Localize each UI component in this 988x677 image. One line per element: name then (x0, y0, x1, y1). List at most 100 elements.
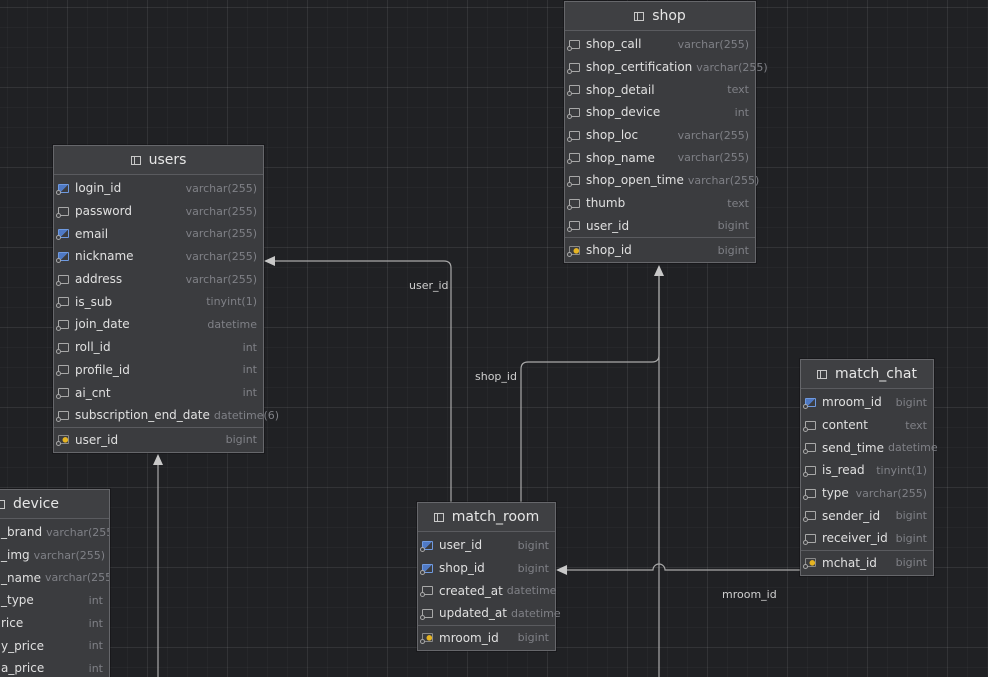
column-row[interactable]: email varchar(255) (54, 222, 263, 245)
table-title: match_room (451, 509, 540, 525)
table-users[interactable]: users login_id varchar(255) password varch… (53, 145, 279, 453)
column-name: mchat_id (822, 555, 877, 570)
column-row[interactable]: user_id bigint (565, 215, 755, 238)
column-type: bigint (225, 433, 257, 447)
column-row[interactable]: profile_id int (54, 359, 263, 382)
column-row[interactable]: shop_id bigint (418, 557, 555, 580)
column-icon (420, 586, 433, 598)
arrow-shop (654, 265, 664, 276)
foreign-key-icon (420, 563, 433, 575)
column-name: profile_id (75, 362, 130, 377)
column-row[interactable]: shop_name varchar(255) (565, 146, 755, 169)
primary-key-row[interactable]: user_id bigint (54, 428, 263, 452)
column-type: text (727, 83, 749, 97)
column-name: join_date (75, 317, 130, 332)
primary-key-row[interactable]: mchat_id bigint (801, 551, 933, 575)
table-header[interactable]: match_chat (801, 360, 933, 389)
column-name: updated_at (439, 606, 507, 621)
column-row[interactable]: subscription_end_date datetime(6) (54, 404, 279, 427)
primary-key-row[interactable]: mroom_id bigint (418, 626, 555, 650)
column-row[interactable]: content text (801, 414, 933, 437)
column-icon (803, 420, 816, 432)
column-name: nickname (75, 249, 134, 264)
column-type: bigint (895, 509, 927, 523)
column-icon (420, 608, 433, 620)
column-row[interactable]: join_date datetime (54, 313, 263, 336)
column-row[interactable]: _img varchar(255) (0, 544, 109, 567)
primary-key-icon (56, 435, 69, 447)
column-name: shop_device (586, 105, 661, 120)
column-row[interactable]: roll_id int (54, 336, 263, 359)
column-row[interactable]: updated_at datetime (418, 602, 561, 625)
column-icon (567, 130, 580, 142)
table-icon (433, 512, 444, 522)
column-row[interactable]: address varchar(255) (54, 268, 263, 291)
column-type: bigint (517, 561, 549, 575)
table-icon (817, 369, 828, 379)
table-header[interactable]: users (54, 146, 263, 175)
column-row[interactable]: _name varchar(255) (0, 566, 109, 589)
column-type: varchar(255) (696, 60, 768, 74)
column-icon (56, 319, 69, 331)
column-row[interactable]: _type int (0, 589, 109, 612)
foreign-key-icon (803, 397, 816, 409)
column-type: bigint (717, 243, 749, 257)
column-row[interactable]: type varchar(255) (801, 482, 933, 505)
column-row[interactable]: shop_certification varchar(255) (565, 56, 768, 79)
column-row[interactable]: is_sub tinyint(1) (54, 290, 263, 313)
column-list: login_id varchar(255) password varchar(255… (54, 175, 279, 427)
column-list: user_id bigint shop_id bigint created_at da… (418, 532, 561, 625)
column-row[interactable]: shop_loc varchar(255) (565, 124, 755, 147)
column-icon (803, 465, 816, 477)
column-type: varchar(255) (855, 486, 927, 500)
column-row[interactable]: _brandvarchar(255) (0, 521, 109, 544)
table-match-chat[interactable]: match_chat mroom_id bigint content text se… (800, 359, 938, 576)
table-header[interactable]: device (0, 490, 109, 519)
column-type: tinyint(1) (206, 295, 257, 309)
column-row[interactable]: shop_open_time varchar(255) (565, 169, 759, 192)
column-row[interactable]: is_read tinyint(1) (801, 459, 933, 482)
column-row[interactable]: password varchar(255) (54, 200, 263, 223)
column-row[interactable]: shop_device int (565, 101, 755, 124)
column-row[interactable]: thumb text (565, 192, 755, 215)
column-name: email (75, 226, 109, 241)
column-row[interactable]: ai_cnt int (54, 381, 263, 404)
column-row[interactable]: rice int (0, 612, 109, 635)
column-name: is_sub (75, 294, 113, 309)
table-title: shop (652, 8, 686, 24)
column-name: login_id (75, 181, 122, 196)
column-row[interactable]: send_time datetime (801, 436, 938, 459)
table-shop[interactable]: shop shop_call varchar(255) shop_certific… (564, 1, 768, 264)
column-icon (567, 198, 580, 210)
column-row[interactable]: receiver_id bigint (801, 527, 933, 550)
column-list: _brandvarchar(255) _imgvarchar(255) _nam… (0, 519, 109, 677)
primary-key-icon (420, 633, 433, 645)
column-list: mroom_id bigint content text send_time date… (801, 389, 938, 550)
table-match-room[interactable]: match_room user_id bigint shop_id bigint c… (417, 502, 561, 651)
column-name: a_price (1, 661, 45, 676)
column-row[interactable]: user_id bigint (418, 534, 555, 557)
column-name: shop_id (586, 243, 632, 258)
column-row[interactable]: nickname varchar(255) (54, 245, 263, 268)
table-header[interactable]: shop (565, 2, 755, 31)
column-type: bigint (895, 556, 927, 570)
column-name: mroom_id (822, 395, 882, 410)
column-row[interactable]: sender_id bigint (801, 504, 933, 527)
column-name: subscription_end_date (75, 408, 210, 423)
column-row[interactable]: shop_detail text (565, 78, 755, 101)
table-device[interactable]: device _brandvarchar(255) _imgvarchar(25… (0, 489, 110, 677)
column-row[interactable]: mroom_id bigint (801, 391, 933, 414)
table-header[interactable]: match_room (418, 503, 555, 532)
column-icon (567, 221, 580, 233)
primary-key-row[interactable]: shop_id bigint (565, 238, 755, 262)
column-row[interactable]: created_at datetime (418, 579, 556, 602)
column-row[interactable]: a_price int (0, 657, 109, 677)
foreign-key-icon (420, 540, 433, 552)
column-row[interactable]: shop_call varchar(255) (565, 33, 755, 56)
column-name: mroom_id (439, 630, 499, 645)
column-type: datetime (207, 317, 257, 331)
column-row[interactable]: y_price int (0, 634, 109, 657)
edge-match-chat-match-room (566, 563, 801, 571)
column-type: int (88, 661, 103, 675)
column-row[interactable]: login_id varchar(255) (54, 177, 263, 200)
